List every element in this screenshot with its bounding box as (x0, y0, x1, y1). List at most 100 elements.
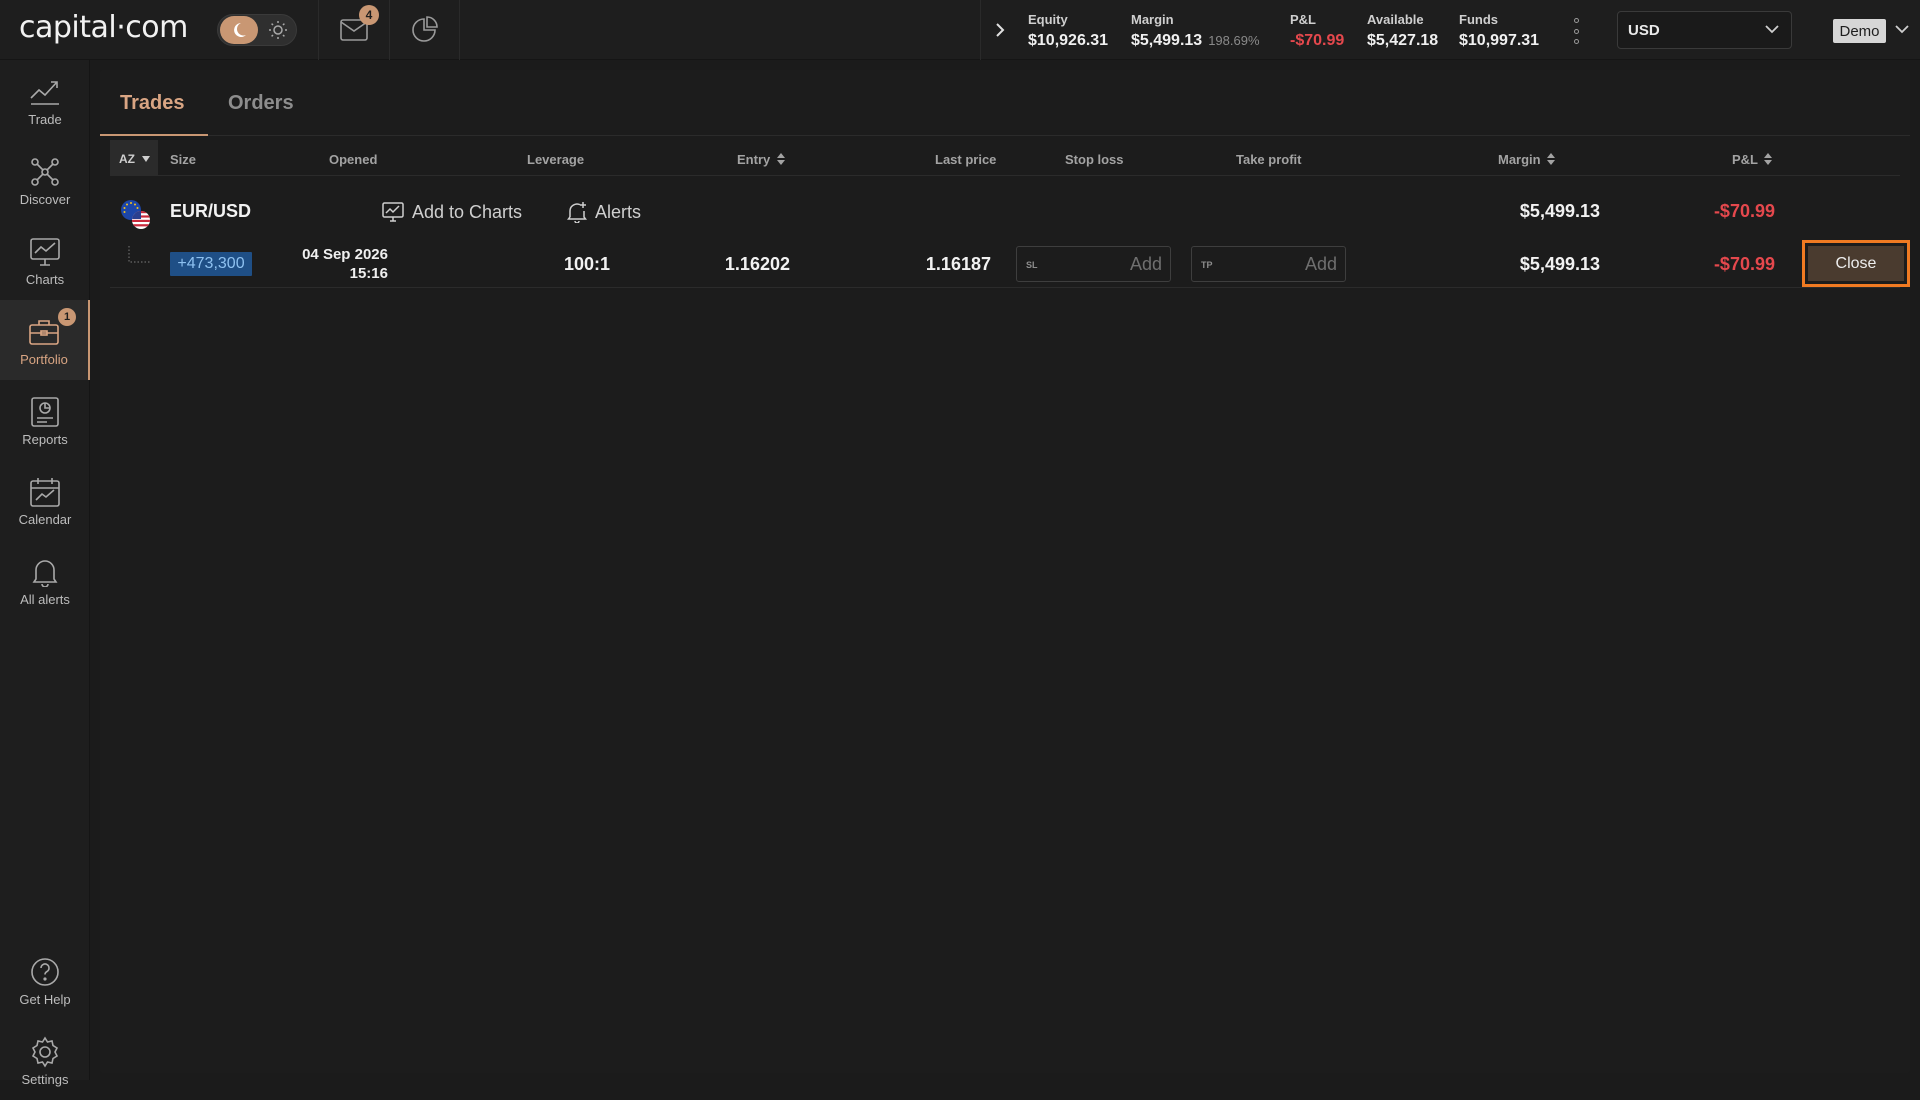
account-type-badge[interactable]: Demo (1833, 19, 1886, 43)
more-options-button[interactable] (1570, 18, 1582, 44)
sidebar-item-label: Charts (25, 271, 65, 287)
caret-down-icon (142, 156, 151, 162)
sidebar-item-portfolio[interactable]: Portfolio 1 (0, 300, 90, 380)
divider (318, 0, 319, 60)
sidebar-item-calendar[interactable]: Calendar (0, 460, 90, 540)
tab-trades[interactable]: Trades (120, 92, 184, 115)
instrument-name[interactable]: EUR/USD (170, 201, 251, 222)
available-label: Available (1367, 12, 1424, 27)
theme-toggle[interactable] (217, 14, 297, 46)
sidebar-item-reports[interactable]: Reports (0, 380, 90, 460)
close-trade-highlight: Close (1802, 240, 1910, 287)
column-opened: Opened (329, 152, 378, 167)
eur-usd-flag-icon (120, 199, 150, 229)
sidebar-item-label: Get Help (19, 991, 71, 1007)
sidebar-item-discover[interactable]: Discover (0, 140, 90, 220)
top-bar: capital·com 4 Equity $10,926.31 Margin $… (0, 0, 1920, 60)
network-icon (27, 154, 63, 190)
sort-az-button[interactable]: AZ (110, 140, 158, 176)
column-size: Size (170, 152, 197, 167)
pnl-label: P&L (1290, 12, 1316, 27)
portfolio-chart-button[interactable] (408, 14, 440, 46)
brand-logo[interactable]: capital·com (19, 10, 188, 45)
available-value: $5,427.18 (1367, 32, 1439, 49)
opened-time: 15:16 (349, 265, 388, 282)
trade-chart-icon (27, 74, 63, 110)
sidebar-item-label: All alerts (20, 591, 70, 607)
trade-last-price: 1.16187 (925, 254, 991, 274)
expand-stats-button[interactable] (988, 16, 1012, 44)
funds-value: $10,997.31 (1459, 32, 1540, 49)
column-last-price: Last price (935, 152, 997, 167)
margin-value-row: $5,499.13 198.69% (1131, 32, 1260, 50)
sidebar-item-settings[interactable]: Settings (0, 1020, 90, 1100)
portfolio-count-badge: 1 (58, 308, 76, 326)
column-take-profit: Take profit (1236, 152, 1302, 167)
column-pnl-label: P&L (1732, 152, 1758, 167)
add-to-charts-label: Add to Charts (412, 201, 523, 222)
equity-stat: Equity $10,926.31 (1028, 12, 1108, 50)
sidebar-item-charts[interactable]: Charts (0, 220, 90, 300)
alerts-label: Alerts (595, 201, 642, 222)
stop-loss-input[interactable]: SL Add (1016, 246, 1171, 282)
report-icon (27, 394, 63, 430)
trade-size[interactable]: +473,300 (170, 252, 252, 276)
sort-label-wrap: AZ (119, 152, 151, 166)
equity-value: $10,926.31 (1028, 32, 1109, 49)
trade-margin: $5,499.13 (1519, 254, 1600, 274)
chevron-down-icon[interactable] (1895, 24, 1909, 34)
gear-icon (27, 1034, 63, 1070)
sun-icon (268, 20, 288, 40)
calendar-icon (27, 474, 63, 510)
margin-stat: Margin $5,499.13 198.69% (1131, 12, 1260, 50)
tab-orders[interactable]: Orders (228, 92, 294, 115)
sidebar-item-label: Portfolio (20, 351, 68, 367)
equity-label: Equity (1028, 12, 1068, 27)
sidebar: Trade Discover Charts Portfolio 1 Report… (0, 60, 90, 1087)
table-header: AZ Size Opened Leverage Entry Last price… (110, 140, 1900, 176)
pnl-value: -$70.99 (1290, 32, 1345, 49)
close-trade-button[interactable]: Close (1808, 246, 1904, 281)
trade-row[interactable]: +473,300 04 Sep 2026 15:16 100:1 1.16202… (110, 240, 1910, 288)
sort-label: AZ (119, 152, 135, 166)
column-entry[interactable]: Entry (737, 152, 785, 167)
portfolio-tabs: Trades Orders (100, 70, 1910, 136)
trade-pnl: -$70.99 (1713, 254, 1775, 274)
help-icon (27, 954, 63, 990)
sidebar-item-label: Discover (19, 191, 71, 207)
monitor-chart-icon (27, 234, 63, 270)
funds-label: Funds (1459, 12, 1498, 27)
bell-add-icon (567, 202, 587, 223)
bell-icon (27, 554, 63, 590)
messages-count-badge: 4 (359, 5, 379, 25)
group-margin: $5,499.13 (1519, 201, 1600, 221)
trade-entry: 1.16202 (724, 254, 790, 274)
column-margin[interactable]: Margin (1498, 152, 1556, 167)
divider (980, 0, 981, 60)
sidebar-item-get-help[interactable]: Get Help (0, 940, 90, 1020)
trade-opened: 04 Sep 2026 15:16 (280, 245, 388, 283)
take-profit-input[interactable]: TP Add (1191, 246, 1346, 282)
instrument-group-row[interactable]: EUR/USD Add to Charts Alerts $5,499.13 -… (110, 187, 1900, 229)
currency-value: USD (1628, 22, 1660, 39)
moon-icon (220, 16, 258, 44)
sort-arrows-icon (1764, 153, 1773, 165)
sort-arrows-icon (776, 153, 785, 165)
take-profit-add[interactable]: Add (1305, 254, 1337, 275)
sidebar-item-trade[interactable]: Trade (0, 60, 90, 140)
currency-select[interactable]: USD (1617, 11, 1792, 49)
column-entry-label: Entry (737, 152, 771, 167)
column-stop-loss: Stop loss (1065, 152, 1124, 167)
group-pnl: -$70.99 (1713, 201, 1775, 221)
column-pnl[interactable]: P&L (1732, 152, 1773, 167)
stop-loss-add[interactable]: Add (1130, 254, 1162, 275)
funds-stat: Funds $10,997.31 (1459, 12, 1539, 50)
divider (389, 0, 390, 60)
divider (459, 0, 460, 60)
alerts-button[interactable]: Alerts (567, 199, 641, 225)
margin-level: 198.69% (1208, 33, 1260, 48)
add-to-charts-button[interactable]: Add to Charts (382, 199, 522, 225)
sidebar-item-all-alerts[interactable]: All alerts (0, 540, 90, 620)
sidebar-item-label: Reports (22, 431, 68, 447)
column-margin-label: Margin (1498, 152, 1541, 167)
